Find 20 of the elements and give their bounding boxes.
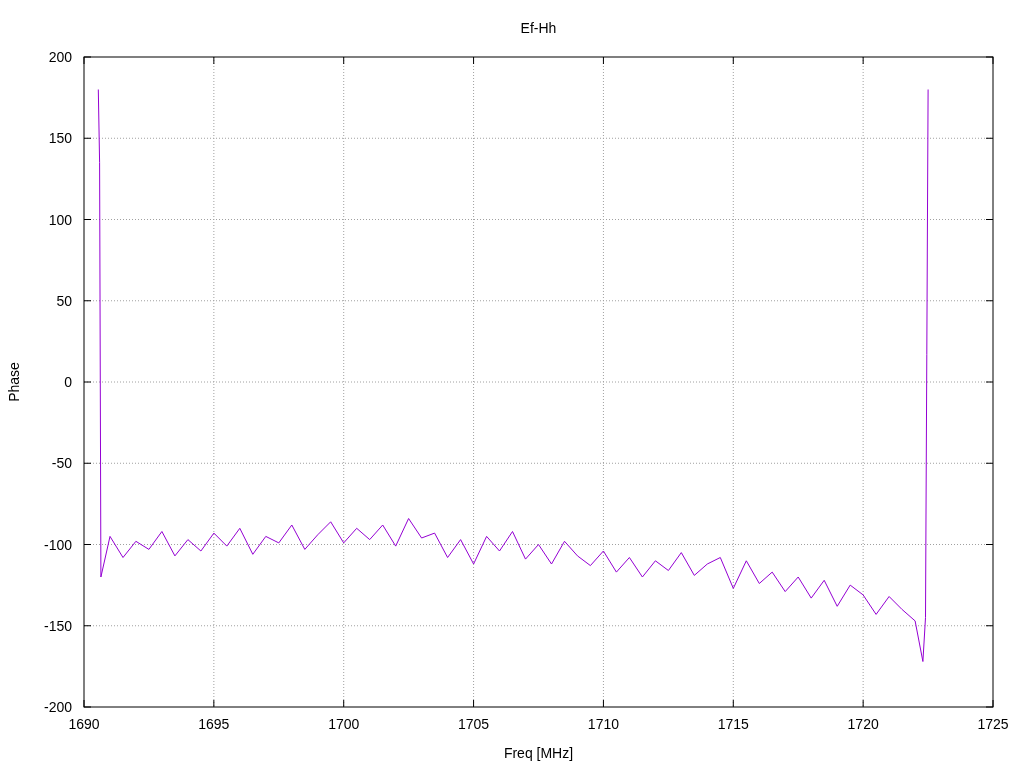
- x-tick-label: 1690: [68, 716, 100, 732]
- y-tick-label: -50: [51, 455, 72, 472]
- x-tick-label: 1705: [458, 716, 490, 732]
- y-tick-label: -200: [43, 699, 72, 715]
- y-tick-label: 150: [48, 130, 72, 147]
- chart-title: Ef-Hh: [520, 20, 557, 36]
- y-tick-label: 0: [64, 374, 72, 390]
- y-tick-label: -150: [43, 617, 72, 634]
- x-tick-label: 1725: [977, 716, 1009, 732]
- x-tick-label: 1710: [587, 716, 619, 732]
- x-tick-label: 1700: [328, 716, 360, 732]
- x-tick-label: 1695: [198, 716, 230, 732]
- x-tick-label: 1720: [847, 716, 879, 732]
- y-axis-label: Phase: [6, 362, 22, 402]
- x-axis-label: Freq [MHz]: [503, 745, 574, 761]
- x-tick-label: 1715: [717, 716, 749, 732]
- y-tick-label: 200: [48, 49, 72, 65]
- y-tick-label: 100: [48, 211, 72, 228]
- y-tick-label: -100: [43, 536, 72, 553]
- y-tick-label: 50: [56, 292, 72, 309]
